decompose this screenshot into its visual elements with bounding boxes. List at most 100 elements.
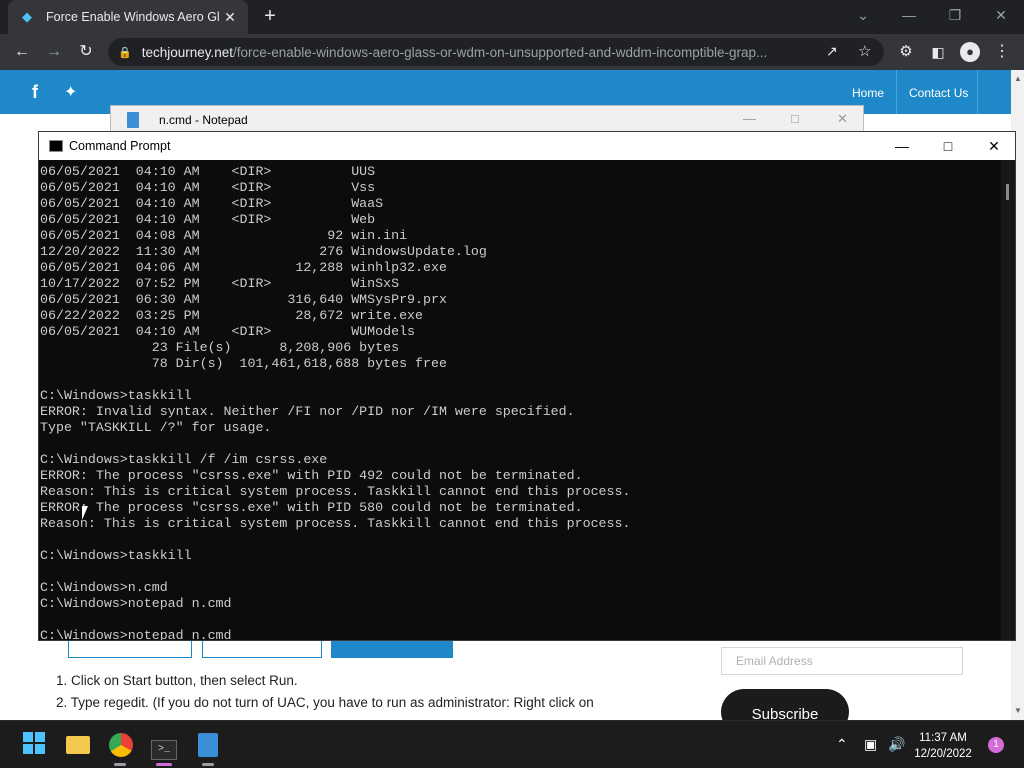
cmd-minimize-button[interactable]: — — [879, 132, 925, 160]
side-panel-icon[interactable]: ◧ — [924, 38, 952, 66]
windows-logo-icon — [23, 732, 45, 754]
start-button[interactable] — [20, 731, 48, 759]
address-bar[interactable]: 🔒 techjourney.net/force-enable-windows-a… — [108, 38, 884, 66]
cmd-maximize-button[interactable]: □ — [925, 132, 971, 160]
share-icon[interactable]: ↗ — [826, 43, 838, 60]
subscribe-button[interactable]: Subscribe — [721, 689, 849, 720]
console-line: 06/05/2021 04:08 AM 92 win.ini — [40, 228, 408, 243]
clock-time: 11:37 AM — [919, 732, 967, 744]
step-1-text: 1. Click on Start button, then select Ru… — [56, 673, 298, 688]
browser-toolbar: ← → ↻ 🔒 techjourney.net/force-enable-win… — [0, 34, 1024, 70]
page-button-3[interactable] — [331, 640, 453, 658]
minimize-button[interactable]: — — [886, 0, 932, 34]
extensions-icon[interactable]: ⚙ — [892, 38, 920, 66]
folder-icon — [66, 736, 90, 754]
console-line: 06/05/2021 04:10 AM <DIR> Vss — [40, 180, 376, 195]
cmd-titlebar[interactable]: Command Prompt — □ ✕ — [39, 132, 1015, 160]
chrome-running-indicator — [114, 763, 126, 766]
page-button-1[interactable] — [68, 640, 192, 658]
console-line: C:\Windows>n.cmd — [40, 580, 168, 595]
console-line: C:\Windows>notepad n.cmd_ — [40, 628, 240, 640]
tray-chevron-icon[interactable]: ⌃ — [836, 736, 848, 753]
cmd-scroll-thumb[interactable] — [1006, 184, 1009, 200]
console-line: Reason: This is critical system process.… — [40, 516, 631, 531]
notepad-app-icon — [127, 112, 139, 128]
console-line: 23 File(s) 8,208,906 bytes — [40, 340, 400, 355]
console-line: 06/05/2021 04:10 AM <DIR> WUModels — [40, 324, 416, 339]
cmd-close-button[interactable]: ✕ — [971, 132, 1017, 160]
close-button[interactable]: ✕ — [978, 0, 1024, 34]
notepad-maximize-button[interactable]: □ — [791, 111, 799, 126]
console-line: ERROR: The process "csrss.exe" with PID … — [40, 468, 583, 483]
page-button-2[interactable] — [202, 640, 322, 658]
console-line: 06/05/2021 06:30 AM 316,640 WMSysPr9.prx — [40, 292, 447, 307]
email-input[interactable]: Email Address — [721, 647, 963, 675]
notepad-icon — [198, 733, 218, 757]
console-line: 06/05/2021 04:06 AM 12,288 winhlp32.exe — [40, 260, 447, 275]
menu-kebab-icon[interactable]: ⋮ — [988, 38, 1016, 66]
network-icon[interactable]: ▣ — [864, 736, 877, 753]
console-line: 06/05/2021 04:10 AM <DIR> WaaS — [40, 196, 384, 211]
nav-home-link[interactable]: Home — [852, 86, 884, 100]
terminal-taskbar-icon[interactable]: >_ — [150, 731, 178, 760]
new-tab-button[interactable]: + — [258, 4, 282, 28]
console-line: Type "TASKKILL /?" for usage. — [40, 420, 272, 435]
browser-tab[interactable]: ◆ Force Enable Windows Aero Glass ✕ — [8, 0, 248, 34]
facebook-icon[interactable]: f — [32, 82, 38, 103]
chrome-taskbar-icon[interactable] — [107, 731, 135, 759]
tab-search-icon[interactable]: ⌄ — [840, 0, 886, 34]
console-line: C:\Windows>taskkill — [40, 388, 192, 403]
back-button[interactable]: ← — [8, 38, 36, 66]
console-line: 10/17/2022 07:52 PM <DIR> WinSxS — [40, 276, 400, 291]
mouse-cursor-icon — [82, 506, 88, 520]
console-line: 78 Dir(s) 101,461,618,688 bytes free — [40, 356, 447, 371]
console-line: C:\Windows>taskkill — [40, 548, 192, 563]
command-prompt-window[interactable]: Command Prompt — □ ✕ 06/05/2021 04:10 AM… — [38, 131, 1016, 641]
console-line: 06/05/2021 04:10 AM <DIR> Web — [40, 212, 376, 227]
lock-icon: 🔒 — [118, 46, 132, 59]
tab-close-icon[interactable]: ✕ — [220, 9, 240, 26]
cmd-scrollbar[interactable] — [1001, 160, 1015, 640]
cmd-console-output[interactable]: 06/05/2021 04:10 AM <DIR> UUS 06/05/2021 … — [39, 164, 1001, 640]
terminal-icon: >_ — [151, 740, 177, 760]
restore-button[interactable]: ❐ — [932, 0, 978, 34]
clock-date: 12/20/2022 — [914, 748, 972, 760]
profile-icon: ● — [960, 42, 980, 62]
site-favicon-icon: ◆ — [22, 9, 32, 24]
file-explorer-icon[interactable] — [64, 731, 92, 759]
bookmark-star-icon[interactable]: ☆ — [858, 42, 871, 60]
console-line: C:\Windows>notepad n.cmd — [40, 596, 232, 611]
twitter-icon[interactable]: ✦ — [64, 82, 77, 102]
chrome-icon — [109, 733, 133, 757]
notepad-minimize-button[interactable]: — — [743, 111, 756, 126]
taskbar: >_ ⌃ ▣ 🔊 11:37 AM 12/20/2022 1 — [0, 720, 1024, 768]
notepad-title: n.cmd - Notepad — [159, 113, 248, 127]
scroll-up-icon[interactable]: ▲ — [1014, 74, 1022, 83]
console-line: C:\Windows>taskkill /f /im csrss.exe — [40, 452, 328, 467]
reload-button[interactable]: ↻ — [72, 38, 100, 66]
cmd-app-icon — [49, 140, 63, 152]
tab-title: Force Enable Windows Aero Glass — [46, 10, 220, 24]
url-domain: techjourney.net — [141, 44, 234, 60]
console-line: ERROR: Invalid syntax. Neither /FI nor /… — [40, 404, 575, 419]
notepad-close-button[interactable]: ✕ — [837, 111, 848, 127]
console-line: 06/22/2022 03:25 PM 28,672 write.exe — [40, 308, 424, 323]
step-2-text: 2. Type regedit. (If you do not turn of … — [56, 695, 594, 710]
forward-button[interactable]: → — [40, 38, 68, 66]
console-line: Reason: This is critical system process.… — [40, 484, 631, 499]
terminal-active-indicator — [156, 763, 172, 766]
url-path: /force-enable-windows-aero-glass-or-wdm-… — [233, 44, 768, 60]
profile-avatar[interactable]: ● — [956, 38, 984, 66]
nav-contact-link[interactable]: Contact Us — [909, 86, 968, 100]
scroll-down-icon[interactable]: ▼ — [1014, 706, 1022, 715]
console-line: 12/20/2022 11:30 AM 276 WindowsUpdate.lo… — [40, 244, 487, 259]
notepad-taskbar-icon[interactable] — [194, 731, 222, 759]
notification-badge[interactable]: 1 — [988, 737, 1004, 753]
volume-icon[interactable]: 🔊 — [888, 736, 905, 753]
clock[interactable]: 11:37 AM 12/20/2022 — [908, 730, 978, 762]
browser-tabstrip: ◆ Force Enable Windows Aero Glass ✕ + ⌄ … — [0, 0, 1024, 34]
